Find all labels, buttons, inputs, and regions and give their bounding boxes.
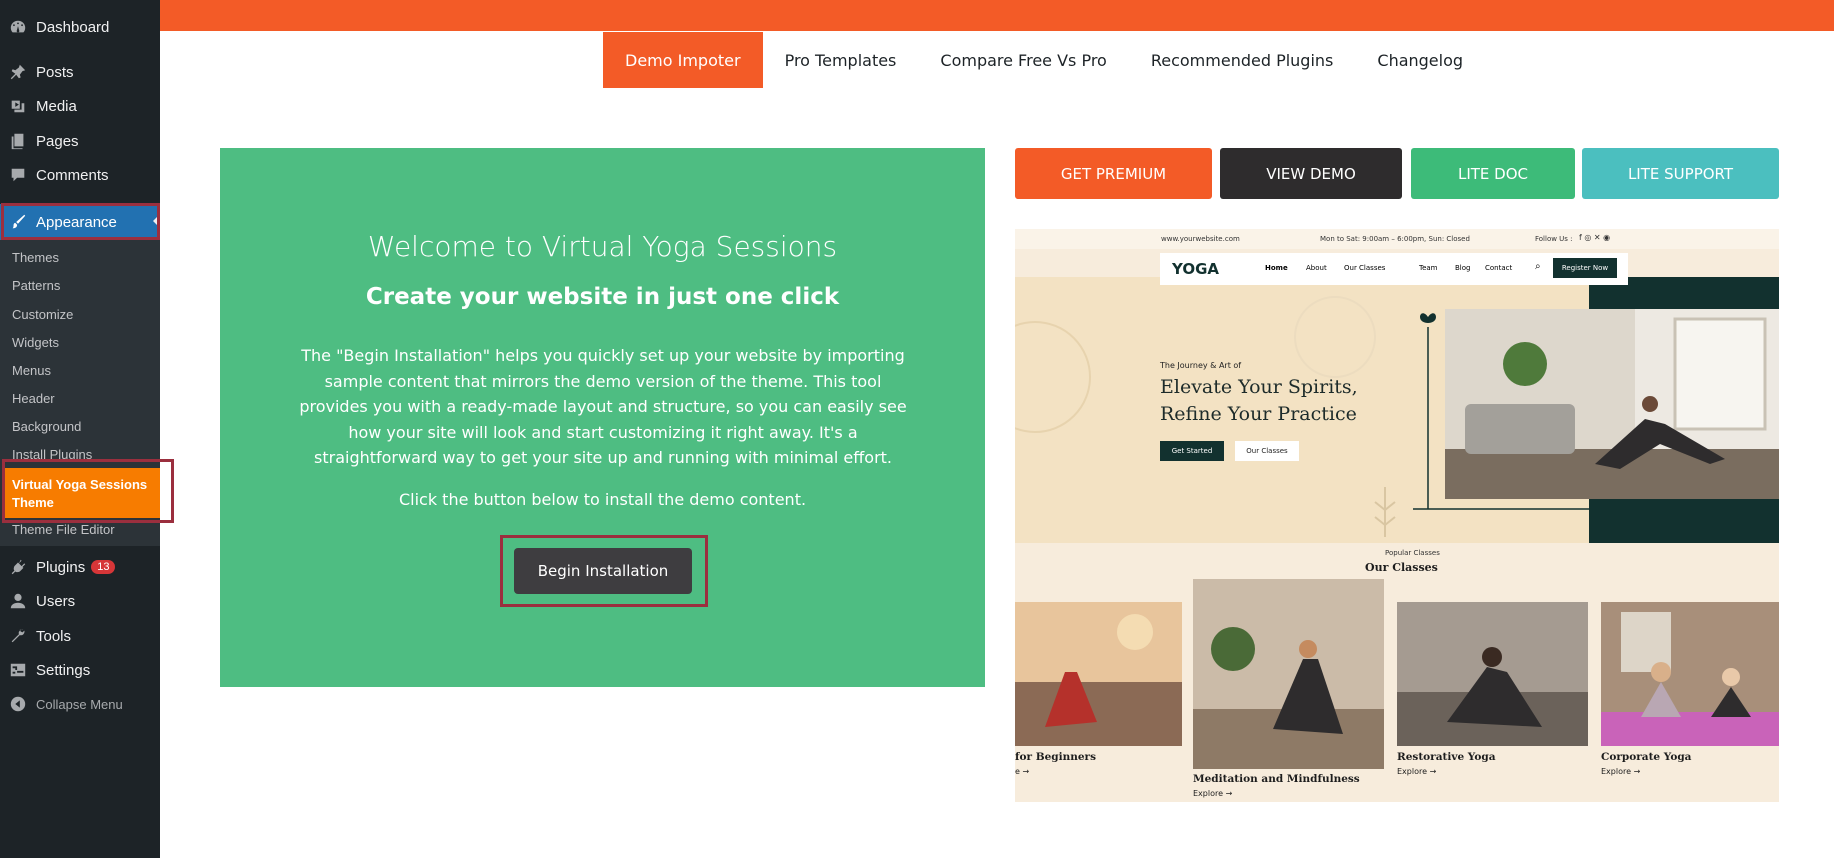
plugin-icon	[8, 557, 28, 577]
pin-icon	[8, 62, 28, 82]
tab-demo-importer[interactable]: Demo Impoter	[603, 32, 763, 88]
preview-nav-classes: Our Classes	[1344, 264, 1386, 272]
welcome-hint: Click the button below to install the de…	[398, 490, 807, 509]
preview-hours: Mon to Sat: 9:00am – 6:00pm, Sun: Closed	[1320, 235, 1470, 243]
preview-popular-label: Popular Classes	[1385, 549, 1440, 557]
preview-nav-team: Team	[1419, 264, 1438, 272]
menu-comments[interactable]: Comments	[0, 158, 160, 192]
preview-card-explore-2: Explore →	[1193, 789, 1233, 798]
preview-headline-2: Refine Your Practice	[1160, 403, 1357, 425]
menu-plugins-label: Plugins	[36, 558, 86, 576]
menu-pages-label: Pages	[36, 132, 79, 150]
preview-card-title-1: for Beginners	[1015, 751, 1096, 763]
preview-hero-photo	[1445, 309, 1779, 499]
preview-card-explore-4: Explore →	[1601, 767, 1641, 776]
preview-navbar: YOGA Home About Our Classes Team Blog Co…	[1160, 253, 1628, 285]
preview-website: www.yourwebsite.com	[1161, 235, 1240, 243]
preview-our-classes-heading: Our Classes	[1365, 561, 1438, 574]
menu-tools[interactable]: Tools	[0, 619, 160, 653]
highlight-outline-appearance	[1, 203, 160, 240]
submenu-header[interactable]: Header	[12, 391, 55, 406]
highlight-outline-theme	[2, 459, 174, 523]
preview-class-photo-corporate	[1601, 602, 1779, 746]
plugins-update-badge: 13	[91, 560, 116, 574]
preview-card-title-3: Restorative Yoga	[1397, 751, 1496, 763]
wrench-icon	[8, 626, 28, 646]
submenu-themes[interactable]: Themes	[12, 250, 59, 265]
preview-search-icon: ⌕	[1535, 261, 1541, 272]
menu-settings[interactable]: Settings	[0, 653, 160, 687]
menu-plugins[interactable]: Plugins 13	[0, 550, 160, 584]
preview-nav-contact: Contact	[1485, 264, 1513, 272]
menu-tools-label: Tools	[36, 627, 72, 645]
menu-comments-label: Comments	[36, 166, 109, 184]
menu-pages[interactable]: Pages	[0, 124, 160, 158]
submenu-customize[interactable]: Customize	[12, 307, 73, 322]
preview-our-classes-button: Our Classes	[1235, 441, 1299, 461]
preview-register-button: Register Now	[1553, 258, 1617, 278]
pages-icon	[8, 131, 28, 151]
preview-headline-1: Elevate Your Spirits,	[1160, 376, 1358, 398]
dashboard-icon	[8, 17, 28, 37]
get-premium-button[interactable]: GET PREMIUM	[1015, 148, 1212, 199]
collapse-arrow-icon	[8, 694, 28, 714]
preview-get-started: Get Started	[1160, 441, 1224, 461]
welcome-card: Welcome to Virtual Yoga Sessions Create …	[220, 148, 985, 687]
preview-nav-home: Home	[1265, 264, 1288, 272]
menu-media-label: Media	[36, 97, 77, 115]
lite-doc-button[interactable]: LITE DOC	[1411, 148, 1575, 199]
begin-installation-button[interactable]: Begin Installation	[514, 548, 692, 594]
view-demo-button[interactable]: VIEW DEMO	[1220, 148, 1402, 199]
header-accent-bar	[160, 0, 1834, 31]
collapse-menu-label: Collapse Menu	[36, 696, 123, 712]
preview-kicker: The Journey & Art of	[1160, 361, 1242, 370]
menu-users-label: Users	[36, 592, 76, 610]
submenu-menus[interactable]: Menus	[12, 363, 51, 378]
preview-nav-blog: Blog	[1455, 264, 1471, 272]
theme-preview-image: www.yourwebsite.com Mon to Sat: 9:00am –…	[1015, 229, 1779, 802]
menu-media[interactable]: Media	[0, 89, 160, 123]
preview-card-title-4: Corporate Yoga	[1601, 751, 1692, 763]
preview-logo: YOGA	[1172, 260, 1219, 278]
tab-recommended-plugins[interactable]: Recommended Plugins	[1129, 32, 1356, 88]
tab-changelog[interactable]: Changelog	[1355, 32, 1485, 88]
welcome-title: Welcome to Virtual Yoga Sessions	[367, 230, 838, 263]
submenu-widgets[interactable]: Widgets	[12, 335, 59, 350]
menu-posts[interactable]: Posts	[0, 55, 160, 89]
collapse-menu-button[interactable]: Collapse Menu	[0, 687, 160, 721]
admin-sidebar: Dashboard Posts Media Pages Comments App…	[0, 0, 174, 858]
tab-compare-free-vs-pro[interactable]: Compare Free Vs Pro	[918, 32, 1128, 88]
preview-card-explore-3: Explore →	[1397, 767, 1437, 776]
preview-info-bar: www.yourwebsite.com Mon to Sat: 9:00am –…	[1015, 229, 1779, 249]
preview-follow: Follow Us :	[1535, 235, 1573, 243]
welcome-description: The "Begin Installation" helps you quick…	[299, 346, 907, 467]
welcome-subtitle: Create your website in just one click	[365, 284, 840, 310]
preview-card-title-2: Meditation and Mindfulness	[1193, 773, 1360, 785]
tab-pro-templates[interactable]: Pro Templates	[763, 32, 919, 88]
menu-dashboard-label: Dashboard	[36, 18, 110, 36]
preview-class-photo-restorative	[1397, 602, 1588, 746]
submenu-patterns[interactable]: Patterns	[12, 278, 60, 293]
menu-users[interactable]: Users	[0, 584, 160, 618]
menu-settings-label: Settings	[36, 661, 91, 679]
submenu-theme-file-editor[interactable]: Theme File Editor	[12, 522, 115, 537]
comment-icon	[8, 165, 28, 185]
lite-support-button[interactable]: LITE SUPPORT	[1582, 148, 1779, 199]
preview-nav-about: About	[1306, 264, 1327, 272]
media-icon	[8, 96, 28, 116]
theme-page-tabs: Demo Impoter Pro Templates Compare Free …	[603, 32, 1485, 88]
submenu-background[interactable]: Background	[12, 419, 81, 434]
settings-icon	[8, 660, 28, 680]
preview-class-photo-beginners	[1015, 602, 1182, 746]
user-icon	[8, 591, 28, 611]
preview-card-explore-1: e →	[1015, 767, 1030, 776]
menu-dashboard[interactable]: Dashboard	[0, 10, 160, 44]
preview-class-photo-meditation	[1193, 579, 1384, 769]
social-icons: f ◎ ✕ ◉	[1579, 233, 1611, 242]
menu-posts-label: Posts	[36, 63, 74, 81]
